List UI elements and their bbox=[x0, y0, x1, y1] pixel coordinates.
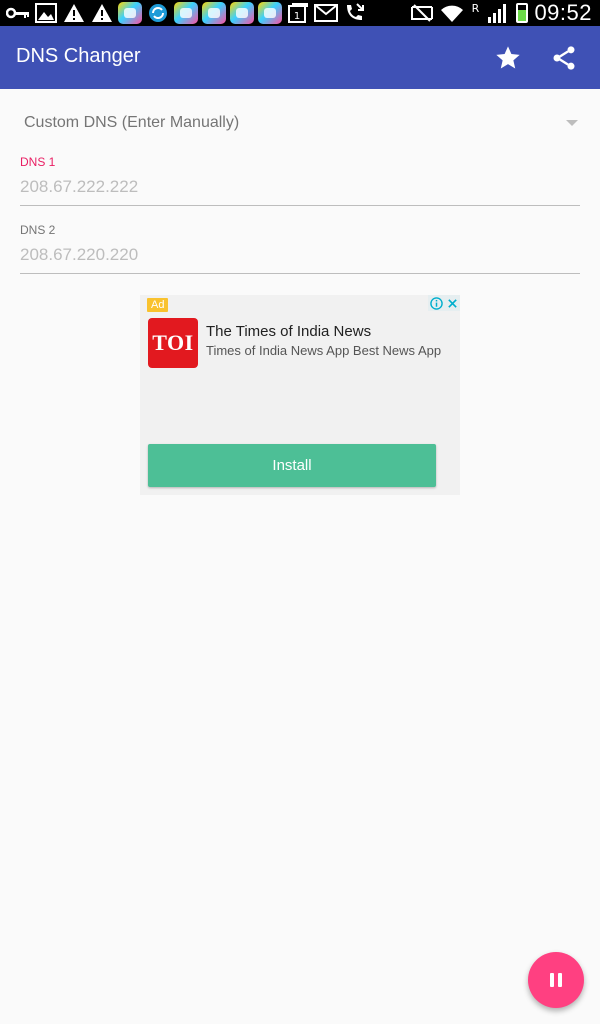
star-icon bbox=[496, 46, 520, 69]
system-icons: R 09:52 bbox=[410, 0, 592, 25]
svg-text:1: 1 bbox=[294, 11, 300, 22]
warning-icon bbox=[62, 2, 86, 24]
app-icon bbox=[118, 2, 142, 24]
app-icon bbox=[230, 2, 254, 24]
ad-banner[interactable]: Ad TOI The Times of India News Times of … bbox=[140, 295, 460, 495]
app-title: DNS Changer bbox=[16, 45, 141, 67]
info-icon[interactable] bbox=[428, 295, 444, 311]
app-bar: DNS Changer bbox=[0, 26, 600, 89]
dns-provider-spinner[interactable]: Custom DNS (Enter Manually) bbox=[20, 108, 580, 140]
calendar-icon: 1 bbox=[286, 2, 310, 24]
ad-choices[interactable] bbox=[428, 295, 460, 311]
warning-icon bbox=[90, 2, 114, 24]
notification-icons: 1 bbox=[6, 2, 366, 24]
mute-icon bbox=[410, 2, 434, 24]
ad-title: The Times of India News bbox=[206, 323, 372, 340]
dns2-field: DNS 2 bbox=[20, 223, 580, 274]
install-button[interactable]: Install bbox=[148, 444, 436, 487]
wifi-icon bbox=[440, 2, 464, 24]
sync-icon bbox=[146, 2, 170, 24]
pause-fab[interactable] bbox=[528, 952, 584, 1008]
share-icon bbox=[553, 46, 575, 70]
clock: 09:52 bbox=[534, 0, 592, 25]
ad-badge: Ad bbox=[147, 298, 169, 312]
ad-app-logo: TOI bbox=[148, 318, 198, 368]
app-icon bbox=[174, 2, 198, 24]
app-icon bbox=[202, 2, 226, 24]
close-icon[interactable] bbox=[444, 295, 460, 311]
dns2-input[interactable] bbox=[20, 243, 580, 267]
image-icon bbox=[34, 2, 58, 24]
status-bar: 1 R 09:52 bbox=[0, 0, 600, 26]
dns-provider-selected: Custom DNS (Enter Manually) bbox=[24, 114, 240, 131]
dns1-input[interactable] bbox=[20, 175, 580, 199]
signal-icon bbox=[486, 2, 510, 24]
dns1-field: DNS 1 bbox=[20, 155, 580, 206]
battery-icon bbox=[516, 3, 529, 23]
dropdown-arrow-icon bbox=[566, 120, 578, 126]
pause-icon bbox=[548, 973, 564, 987]
key-icon bbox=[6, 2, 30, 24]
mail-icon bbox=[314, 2, 338, 24]
ad-description: Times of India News App Best News App bbox=[206, 343, 442, 358]
favorite-button[interactable] bbox=[492, 42, 524, 74]
share-button[interactable] bbox=[548, 42, 580, 74]
dns1-underline bbox=[20, 205, 580, 206]
dns2-underline bbox=[20, 273, 580, 274]
app-icon bbox=[258, 2, 282, 24]
dns2-label: DNS 2 bbox=[20, 223, 56, 237]
call-forward-icon bbox=[342, 2, 366, 24]
roaming-icon: R bbox=[471, 2, 480, 15]
dns1-label: DNS 1 bbox=[20, 155, 56, 169]
